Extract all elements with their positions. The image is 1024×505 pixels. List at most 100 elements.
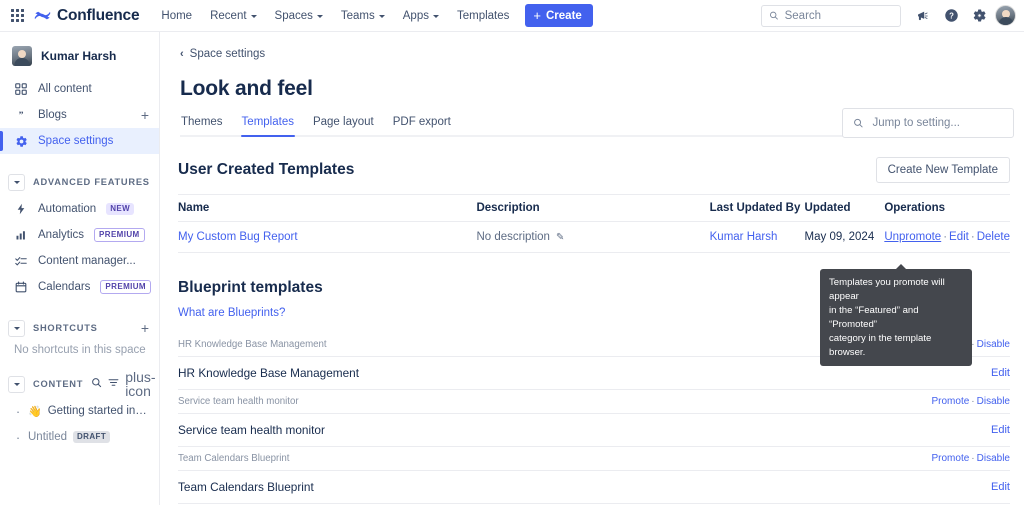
space-avatar bbox=[12, 46, 32, 66]
bar-chart-icon bbox=[14, 228, 28, 242]
help-button[interactable]: ? bbox=[939, 4, 963, 28]
jump-to-setting-input[interactable] bbox=[872, 117, 1003, 129]
svg-text:?: ? bbox=[949, 11, 954, 20]
promote-link[interactable]: Promote bbox=[932, 396, 970, 407]
sidebar-item-automation[interactable]: Automation NEW bbox=[0, 196, 159, 222]
blueprint-name: Service team health monitor bbox=[178, 423, 325, 437]
list-item[interactable]: · 👋 Getting started in C... bbox=[0, 398, 159, 424]
pencil-icon[interactable]: ✎ bbox=[556, 232, 564, 243]
user-templates-header: User Created Templates Create New Templa… bbox=[178, 157, 1010, 183]
disable-link[interactable]: Disable bbox=[977, 396, 1010, 407]
table-row: Team Calendars Blueprint Edit bbox=[178, 471, 1010, 504]
nav-item-label: Recent bbox=[210, 9, 247, 22]
edit-link[interactable]: Edit bbox=[949, 231, 969, 243]
tab-templates[interactable]: Templates bbox=[240, 116, 296, 137]
section-title: CONTENT bbox=[33, 379, 84, 389]
promote-link[interactable]: Promote bbox=[932, 453, 970, 464]
nav-item-teams[interactable]: Teams bbox=[333, 5, 393, 27]
edit-link[interactable]: Edit bbox=[991, 424, 1010, 436]
disable-link[interactable]: Disable bbox=[977, 453, 1010, 464]
sidebar-item-label: Calendars bbox=[38, 281, 91, 293]
row-operations: Edit bbox=[991, 367, 1010, 379]
blueprint-name: Service team health monitor bbox=[178, 396, 299, 407]
sidebar-item-space-settings[interactable]: Space settings bbox=[0, 128, 159, 154]
status-badge-new: NEW bbox=[106, 202, 135, 216]
nav-item-label: Apps bbox=[402, 9, 429, 22]
sidebar-item-label: All content bbox=[38, 83, 92, 95]
separator: · bbox=[971, 396, 975, 407]
tab-themes[interactable]: Themes bbox=[180, 116, 224, 135]
create-button-label: Create bbox=[546, 9, 582, 22]
nav-item-label: Spaces bbox=[274, 9, 313, 22]
column-header-description: Description bbox=[476, 194, 710, 222]
create-button[interactable]: + Create bbox=[525, 4, 593, 27]
create-new-template-button[interactable]: Create New Template bbox=[875, 157, 1010, 183]
table-header-row: Name Description Last Updated By Updated… bbox=[178, 194, 1010, 222]
space-header[interactable]: Kumar Harsh bbox=[0, 40, 159, 72]
gear-icon bbox=[973, 9, 986, 22]
shortcuts-empty-text: No shortcuts in this space bbox=[14, 344, 146, 356]
user-avatar[interactable] bbox=[995, 5, 1016, 26]
nav-item-templates[interactable]: Templates bbox=[449, 5, 517, 27]
filter-content-button[interactable] bbox=[108, 375, 119, 393]
tooltip-line-2: in the “Featured” and “Promoted” bbox=[829, 304, 919, 330]
status-badge-premium: PREMIUM bbox=[100, 279, 151, 295]
search-input[interactable] bbox=[784, 9, 893, 22]
sidebar-section-advanced-features: ADVANCED FEATURES bbox=[0, 168, 159, 196]
nav-item-home[interactable]: Home bbox=[153, 5, 200, 27]
edit-link[interactable]: Edit bbox=[991, 367, 1010, 379]
megaphone-icon bbox=[918, 11, 928, 20]
top-navigation-bar: Confluence Home Recent Spaces Teams Apps… bbox=[0, 0, 1024, 32]
blueprint-name: Team Calendars Blueprint bbox=[178, 480, 314, 494]
sidebar-item-label: Space settings bbox=[38, 135, 114, 147]
tab-page-layout[interactable]: Page layout bbox=[312, 116, 375, 135]
breadcrumb[interactable]: ‹ Space settings bbox=[180, 48, 265, 60]
bullet-icon: · bbox=[15, 429, 21, 445]
row-operations: Edit bbox=[991, 481, 1010, 493]
nav-item-recent[interactable]: Recent bbox=[202, 5, 264, 27]
collapse-content-button[interactable] bbox=[8, 375, 25, 393]
sidebar-item-analytics[interactable]: Analytics PREMIUM bbox=[0, 222, 159, 248]
jump-to-setting-box[interactable] bbox=[842, 108, 1014, 138]
edit-link[interactable]: Edit bbox=[991, 481, 1010, 493]
collapse-advanced-features-button[interactable] bbox=[8, 173, 25, 191]
delete-link[interactable]: Delete bbox=[977, 231, 1010, 243]
app-switcher-button[interactable] bbox=[4, 3, 30, 29]
plus-icon: + bbox=[533, 8, 541, 23]
main-content: ‹ Space settings Look and feel Themes Te… bbox=[160, 32, 1024, 505]
last-updated-by-link[interactable]: Kumar Harsh bbox=[710, 231, 778, 243]
list-item[interactable]: · Untitled DRAFT bbox=[0, 424, 159, 450]
nav-item-label: Teams bbox=[340, 9, 375, 22]
sidebar-item-calendars[interactable]: Calendars PREMIUM bbox=[0, 274, 159, 300]
add-blog-button[interactable]: + bbox=[141, 108, 149, 122]
table-row: Team Calendars Blueprint Promote · Disable bbox=[178, 447, 1010, 471]
sidebar-item-label: Analytics bbox=[38, 229, 85, 241]
chevron-down-icon bbox=[13, 180, 20, 184]
global-search-box[interactable] bbox=[761, 4, 901, 27]
sidebar-item-label: Automation bbox=[38, 203, 97, 215]
sidebar-item-blogs[interactable]: ” Blogs + bbox=[0, 102, 159, 128]
cell-description: No description ✎ bbox=[476, 221, 710, 253]
unpromote-link[interactable]: Unpromote bbox=[884, 231, 941, 243]
collapse-shortcuts-button[interactable] bbox=[8, 319, 25, 337]
sidebar-item-content-manager[interactable]: Content manager... bbox=[0, 248, 159, 274]
sidebar-item-all-content[interactable]: All content bbox=[0, 76, 159, 102]
add-content-button[interactable]: plus-icon bbox=[125, 370, 155, 398]
confluence-logo-link[interactable]: Confluence bbox=[34, 7, 140, 25]
what-are-blueprints-link[interactable]: What are Blueprints? bbox=[178, 307, 285, 319]
search-icon bbox=[92, 378, 102, 388]
nav-item-spaces[interactable]: Spaces bbox=[267, 5, 331, 27]
tab-pdf-export[interactable]: PDF export bbox=[392, 116, 452, 135]
add-shortcut-button[interactable]: + bbox=[141, 321, 149, 335]
space-sidebar: Kumar Harsh All content ” Blogs + Space … bbox=[0, 32, 160, 505]
help-icon: ? bbox=[944, 9, 958, 22]
nav-item-label: Templates bbox=[456, 9, 510, 22]
notifications-button[interactable] bbox=[911, 4, 935, 28]
template-name-link[interactable]: My Custom Bug Report bbox=[178, 231, 298, 243]
nav-item-apps[interactable]: Apps bbox=[395, 5, 447, 27]
sidebar-item-label: Blogs bbox=[38, 109, 67, 121]
disable-link[interactable]: Disable bbox=[977, 339, 1010, 350]
settings-button[interactable] bbox=[967, 4, 991, 28]
separator: · bbox=[943, 231, 948, 243]
search-content-button[interactable] bbox=[91, 375, 102, 393]
